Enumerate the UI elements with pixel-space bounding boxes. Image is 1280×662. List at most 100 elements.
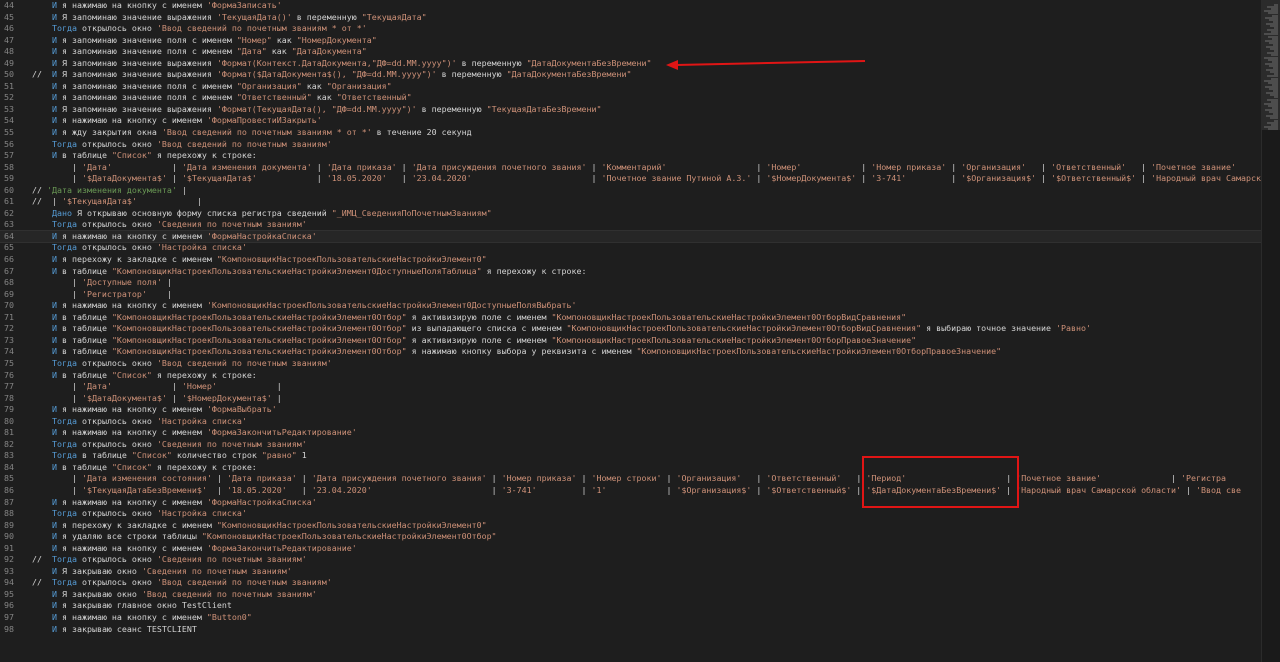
minimap[interactable] (1261, 0, 1280, 662)
code-token: я запоминаю значение поля с именем (56, 46, 237, 57)
line-number: 85 (4, 473, 14, 484)
code-line[interactable]: 70 И я нажимаю на кнопку с именем 'Компо… (0, 300, 1262, 312)
code-line[interactable]: 81 И я нажимаю на кнопку с именем 'Форма… (0, 427, 1262, 439)
line-number: 74 (4, 346, 14, 357)
line-number: 58 (4, 161, 14, 172)
code-line[interactable]: 54 И я нажимаю на кнопку с именем 'Форма… (0, 115, 1262, 127)
code-line[interactable]: 73 И в таблице "КомпоновщикНастроекПольз… (0, 335, 1262, 347)
code-line[interactable]: 74 И в таблице "КомпоновщикНастроекПольз… (0, 346, 1262, 358)
code-line[interactable]: 65 Тогда открылось окно 'Настройка списк… (0, 242, 1262, 254)
code-token: 'Номер приказа' (871, 161, 947, 172)
code-line[interactable]: 68 | 'Доступные поля' | (0, 277, 1262, 289)
line-code: // И Я запоминаю значение выражения 'Фор… (32, 69, 631, 81)
code-line[interactable]: 47 И я запоминаю значение поля с именем … (0, 35, 1262, 47)
code-token: в таблице (56, 461, 112, 472)
code-line[interactable]: 55 И я жду закрытия окна 'Ввод сведений … (0, 127, 1262, 139)
code-token: | (946, 161, 962, 172)
code-token: | (1181, 484, 1197, 495)
code-line[interactable]: 49 И Я запоминаю значение выражения 'Фор… (0, 58, 1262, 70)
code-line[interactable]: 52 И я запоминаю значение поля с именем … (0, 92, 1262, 104)
code-token: 'Дата присуждения почетного звания' (411, 161, 587, 172)
code-token: | (386, 173, 412, 184)
code-line[interactable]: 91 И я нажимаю на кнопку с именем 'Форма… (0, 543, 1262, 555)
code-line[interactable]: 53 И Я запоминаю значение выражения 'Фор… (0, 104, 1262, 116)
code-token: 'Ввод сведений по почетным званиям' (156, 577, 332, 588)
code-line[interactable]: 71 И в таблице "КомпоновщикНастроекПольз… (0, 312, 1262, 324)
code-token: открылось окно (76, 219, 157, 230)
code-token: | (211, 473, 227, 484)
code-line[interactable]: 63 Тогда открылось окно 'Сведения по поч… (0, 219, 1262, 231)
code-token: "ДатаДокументаБезВремени" (506, 69, 632, 80)
code-line[interactable]: 46 Тогда открылось окно 'Ввод сведений п… (0, 23, 1262, 35)
code-line[interactable]: 86 | '$ТекущаяДатаБезВремени$' | '18.05.… (0, 485, 1262, 497)
code-line[interactable]: 88 Тогда открылось окно 'Настройка списк… (0, 508, 1262, 520)
code-line[interactable]: 56 Тогда открылось окно 'Ввод сведений п… (0, 139, 1262, 151)
code-line[interactable]: 75 Тогда открылось окно 'Ввод сведений п… (0, 358, 1262, 370)
code-token: | (751, 173, 767, 184)
code-line[interactable]: 98 И я закрываю сеанс TESTCLIENT (0, 624, 1262, 636)
code-token: Тогда (51, 438, 77, 449)
code-line[interactable]: 61 // | '$ТекущаяДата$' | (0, 196, 1262, 208)
code-line[interactable]: 96 И я закрываю главное окно TestClient (0, 600, 1262, 612)
code-token: "Организация" (236, 80, 302, 91)
code-token: "КомпоновщикНастроекПользовательскиеНаст… (216, 254, 487, 265)
code-token: "Список" (111, 369, 152, 380)
code-line[interactable]: 97 И я нажимаю на кнопку с именем "Butto… (0, 612, 1262, 624)
code-line[interactable]: 60 // 'Дата изменения документа' | (0, 185, 1262, 197)
code-line[interactable]: 93 И Я закрываю окно 'Сведения по почетн… (0, 566, 1262, 578)
code-token: | (856, 173, 872, 184)
code-line[interactable]: 84 И в таблице "Список" я перехожу к стр… (0, 462, 1262, 474)
line-code: И в таблице "КомпоновщикНастроекПользова… (32, 346, 1001, 358)
code-line[interactable]: 77 | 'Дата' | 'Номер' | (0, 381, 1262, 393)
code-line[interactable]: 89 И я перехожу к закладке с именем "Ком… (0, 520, 1262, 532)
code-token: | (32, 288, 82, 299)
code-token: я активизирую поле с именем (406, 334, 552, 345)
code-line[interactable]: 57 И в таблице "Список" я перехожу к стр… (0, 150, 1262, 162)
line-number: 57 (4, 150, 14, 161)
code-line[interactable]: 78 | '$ДатаДокумента$' | '$НомерДокумент… (0, 393, 1262, 405)
code-token: открылось окно (76, 438, 157, 449)
line-code: Тогда открылось окно 'Ввод сведений по п… (32, 139, 332, 151)
code-line[interactable]: 48 И я запоминаю значение поля с именем … (0, 46, 1262, 58)
code-token: 'Ввод све (1196, 484, 1241, 495)
code-line[interactable]: 83 Тогда в таблице "Список" количество с… (0, 450, 1262, 462)
code-line[interactable]: 59 | '$ДатаДокумента$' | '$ТекущаяДата$'… (0, 173, 1262, 185)
code-token: | (1236, 162, 1262, 172)
code-token: | (841, 473, 867, 484)
code-line[interactable]: 85 | 'Дата изменения состояния' | 'Дата … (0, 473, 1262, 485)
code-token: '3-741' (871, 173, 907, 184)
code-line[interactable]: 92 // Тогда открылось окно 'Сведения по п… (0, 554, 1262, 566)
code-token: я запоминаю значение поля с именем (56, 80, 237, 91)
code-line[interactable]: 95 И Я закрываю окно 'Ввод сведений по п… (0, 589, 1262, 601)
code-line[interactable]: 44 И я нажимаю на кнопку с именем 'Форма… (0, 0, 1262, 12)
code-token: Тогда (51, 508, 77, 519)
line-number: 71 (4, 311, 14, 322)
code-token: 'Формат(ТекущаяДата(), "ДФ=dd.MM.yyyy")' (216, 103, 417, 114)
code-line[interactable]: 87 И я нажимаю на кнопку с именем 'Форма… (0, 497, 1262, 509)
code-token: | (271, 392, 282, 403)
code-line[interactable]: 58 | 'Дата' | 'Дата изменения документа'… (0, 162, 1262, 174)
code-line[interactable]: 94 // Тогда открылось окно 'Ввод сведений… (0, 577, 1262, 589)
line-number: 92 (4, 554, 14, 565)
code-token: 'Регистратор' (81, 288, 147, 299)
code-editor[interactable]: 44 И я нажимаю на кнопку с именем 'Форма… (0, 0, 1262, 662)
code-line[interactable]: 69 | 'Регистратор' | (0, 289, 1262, 301)
code-line[interactable]: 76 И в таблице "Список" я перехожу к стр… (0, 370, 1262, 382)
code-line[interactable]: 90 И я удаляю все строки таблицы "Компон… (0, 531, 1262, 543)
code-line[interactable]: 45 И Я запоминаю значение выражения 'Тек… (0, 12, 1262, 24)
code-line[interactable]: 62 Дано Я открываю основную форму списка… (0, 208, 1262, 220)
code-line[interactable]: 82 Тогда открылось окно 'Сведения по поч… (0, 439, 1262, 451)
code-line[interactable]: 79 И я нажимаю на кнопку с именем 'Форма… (0, 404, 1262, 416)
code-line[interactable]: 67 И в таблице "КомпоновщикНастроекПольз… (0, 266, 1262, 278)
code-token: | (536, 484, 592, 495)
code-line[interactable]: 80 Тогда открылось окно 'Настройка списк… (0, 416, 1262, 428)
code-line[interactable]: 66 И я перехожу к закладке с именем "Ком… (0, 254, 1262, 266)
line-code: // | '$ТекущаяДата$' | (32, 196, 202, 208)
code-line[interactable]: 51 И я запоминаю значение поля с именем … (0, 81, 1262, 93)
code-line[interactable]: 64 И я нажимаю на кнопку с именем 'Форма… (0, 229, 1262, 244)
code-line[interactable]: 50 // И Я запоминаю значение выражения 'Ф… (0, 69, 1262, 81)
code-line[interactable]: 72 И в таблице "КомпоновщикНастроекПольз… (0, 323, 1262, 335)
